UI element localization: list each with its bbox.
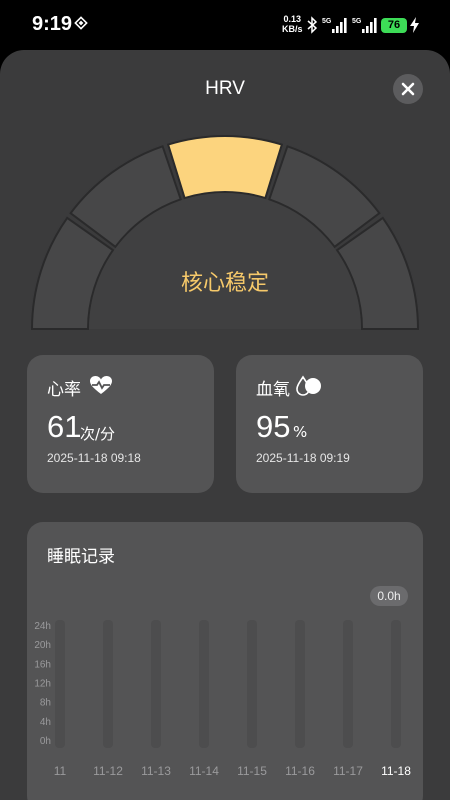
- status-time: 9:19: [32, 13, 73, 35]
- status-bar: 9:19 0.13 KB/s 5G 5G 76: [0, 0, 450, 50]
- heart-rate-time: 2025-11-18 09:18: [47, 451, 141, 465]
- x-tick-label[interactable]: 11: [54, 764, 67, 778]
- signal-1-label: 5G: [322, 18, 332, 25]
- net-speed: 0.13 KB/s: [282, 14, 303, 34]
- x-tick-label[interactable]: 11-15: [237, 764, 267, 778]
- battery-icon: 76: [381, 18, 407, 33]
- heart-rate-unit: 次/分: [80, 425, 116, 443]
- close-icon: [401, 82, 415, 96]
- bar-track: [343, 620, 353, 748]
- y-tick-label: 24h: [34, 621, 51, 632]
- bar-track: [391, 620, 401, 748]
- x-tick-label[interactable]: 11-14: [189, 764, 219, 778]
- sheet-title: HRV: [205, 78, 245, 99]
- heart-rate-card[interactable]: 心率 61 次/分 2025-11-18 09:18: [27, 355, 214, 493]
- blood-oxygen-unit: %: [293, 423, 308, 441]
- x-tick-label[interactable]: 11-18: [381, 764, 411, 778]
- net-speed-unit: KB/s: [282, 24, 303, 34]
- bar-track: [151, 620, 161, 748]
- drops-icon: [296, 375, 321, 396]
- y-tick-label: 4h: [40, 717, 51, 728]
- y-tick-label: 16h: [34, 659, 51, 670]
- y-tick-label: 8h: [40, 698, 51, 709]
- heart-pulse-icon: [90, 376, 112, 394]
- x-tick-label[interactable]: 11-13: [141, 764, 171, 778]
- signal-icon: 5G: [322, 18, 347, 33]
- diamond-grid-icon: [74, 16, 88, 30]
- bar-track: [199, 620, 209, 748]
- x-tick-label[interactable]: 11-17: [333, 764, 363, 778]
- blood-oxygen-title: 血氧: [256, 380, 290, 400]
- net-speed-value: 0.13: [283, 14, 302, 24]
- blood-oxygen-card[interactable]: 血氧 95 % 2025-11-18 09:19: [236, 355, 423, 493]
- signal-icon: 5G: [352, 18, 377, 33]
- x-tick-label[interactable]: 11-16: [285, 764, 315, 778]
- gauge-segment-3: [166, 135, 284, 200]
- bar-track: [295, 620, 305, 748]
- y-tick-label: 12h: [34, 679, 51, 690]
- sleep-record-card[interactable]: 睡眠记录 0.0h 24h 20h 16h 12h 8h 4h 0h 11 11-12 11-13…: [27, 522, 423, 800]
- sleep-bar-chart: 24h 20h 16h 12h 8h 4h 0h 11 11-12 11-13 11-14 11-15…: [34, 620, 411, 778]
- blood-oxygen-time: 2025-11-18 09:19: [256, 451, 350, 465]
- bluetooth-icon: [307, 16, 318, 34]
- y-tick-label: 20h: [34, 640, 51, 651]
- bar-track: [103, 620, 113, 748]
- y-tick-label: 0h: [40, 736, 51, 747]
- heart-rate-value: 61: [47, 409, 82, 444]
- heart-rate-title: 心率: [47, 380, 81, 400]
- close-button[interactable]: [393, 74, 423, 104]
- blood-oxygen-value: 95: [256, 409, 291, 444]
- bar-track: [247, 620, 257, 748]
- signal-2-label: 5G: [352, 18, 362, 25]
- hrv-sheet: HRV 核心稳定 心率 61 次/分 2025-11-18 09:18 血氧 9…: [0, 50, 450, 800]
- charging-icon: [410, 17, 419, 33]
- hrv-gauge: [30, 134, 420, 334]
- x-tick-label[interactable]: 11-12: [93, 764, 123, 778]
- hrv-status-label: 核心稳定: [180, 271, 269, 296]
- bar-track: [55, 620, 65, 748]
